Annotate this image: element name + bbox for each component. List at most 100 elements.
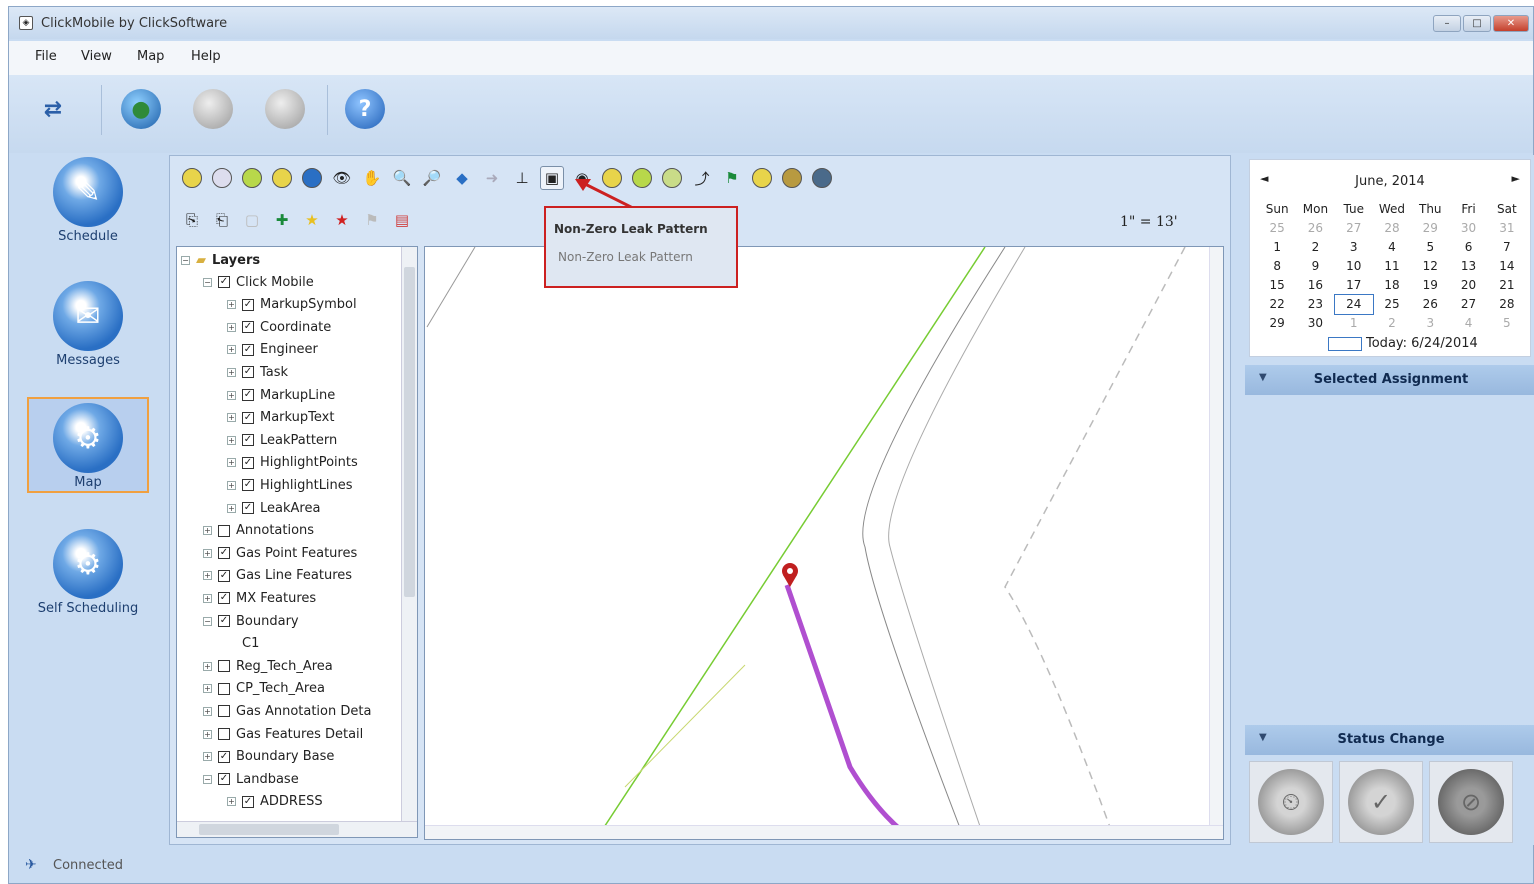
- expand-icon[interactable]: +: [203, 684, 212, 694]
- status-change-header[interactable]: ▼ Status Change: [1245, 725, 1534, 755]
- layer-item[interactable]: + ✓ MarkupSymbol: [227, 294, 357, 316]
- calendar-day[interactable]: 13: [1449, 257, 1487, 276]
- status-button-3[interactable]: ⊘: [1429, 761, 1513, 843]
- expand-icon[interactable]: +: [227, 503, 236, 513]
- layer-remove-icon[interactable]: ⎗: [210, 208, 234, 232]
- layer-checkbox[interactable]: ✓: [218, 592, 230, 605]
- expand-icon[interactable]: +: [227, 480, 236, 490]
- layer-item[interactable]: + Gas Annotation Deta: [203, 700, 371, 722]
- zoom-extent-icon[interactable]: [240, 166, 264, 190]
- layer-item[interactable]: − ✓ Click Mobile: [203, 271, 314, 293]
- calendar-day[interactable]: 25: [1258, 219, 1296, 238]
- status-button-1[interactable]: ⏲: [1249, 761, 1333, 843]
- forward-arrow-icon[interactable]: ➜: [480, 166, 504, 190]
- calendar-day[interactable]: 27: [1449, 295, 1487, 314]
- expand-icon[interactable]: +: [203, 571, 212, 581]
- pan-hand-icon[interactable]: ✋: [360, 166, 384, 190]
- expand-icon[interactable]: +: [203, 548, 212, 558]
- calendar-day[interactable]: 21: [1488, 276, 1526, 295]
- calendar-day[interactable]: 1: [1335, 314, 1373, 333]
- layer-item[interactable]: + ✓ MarkupText: [227, 407, 334, 429]
- nav-self-scheduling[interactable]: ⚙ Self Scheduling: [27, 525, 149, 621]
- calendar-day[interactable]: 2: [1296, 238, 1334, 257]
- menu-map[interactable]: Map: [137, 49, 164, 64]
- calendar-day[interactable]: 20: [1449, 276, 1487, 295]
- collapse-icon[interactable]: −: [203, 277, 212, 287]
- layer-checkbox[interactable]: ✓: [218, 750, 230, 763]
- zoom-out-circle-icon[interactable]: [270, 166, 294, 190]
- calendar-day[interactable]: 7: [1488, 238, 1526, 257]
- layer-item[interactable]: + ✓ ADDRESS: [227, 791, 323, 813]
- calendar-day[interactable]: 9: [1296, 257, 1334, 276]
- expand-icon[interactable]: +: [203, 729, 212, 739]
- layer-item[interactable]: + Gas Features Detail: [203, 723, 363, 745]
- layer-item[interactable]: + ✓ MarkupLine: [227, 384, 335, 406]
- layer-item[interactable]: + ✓ Boundary Base: [203, 746, 334, 768]
- expand-icon[interactable]: +: [227, 345, 236, 355]
- zoom-window-icon[interactable]: [210, 166, 234, 190]
- calendar-next-icon[interactable]: ►: [1512, 172, 1520, 185]
- binoculars-icon[interactable]: 👁: [330, 166, 354, 190]
- layer-checkbox[interactable]: ✓: [218, 547, 230, 560]
- layer-item[interactable]: + ✓ HighlightPoints: [227, 452, 358, 474]
- minimize-button[interactable]: –: [1433, 15, 1461, 32]
- layer-item[interactable]: − ✓ Boundary: [203, 610, 299, 632]
- add-marker-icon[interactable]: ✚: [270, 208, 294, 232]
- flag-disabled-icon[interactable]: ⚑: [360, 208, 384, 232]
- calendar-day[interactable]: 31: [1488, 219, 1526, 238]
- collapse-icon[interactable]: −: [181, 255, 190, 265]
- zoom-out-icon[interactable]: 🔎: [420, 166, 444, 190]
- layer-blank-icon[interactable]: ▢: [240, 208, 264, 232]
- globe-disabled-icon[interactable]: [193, 89, 233, 129]
- calendar-day[interactable]: 26: [1296, 219, 1334, 238]
- calendar-day[interactable]: 8: [1258, 257, 1296, 276]
- layer-checkbox[interactable]: ✓: [242, 343, 254, 356]
- calendar-day[interactable]: 1: [1258, 238, 1296, 257]
- calendar-day[interactable]: 23: [1296, 295, 1334, 314]
- info-icon[interactable]: [300, 166, 324, 190]
- help-icon[interactable]: ?: [345, 89, 385, 129]
- layer-checkbox[interactable]: ✓: [242, 434, 254, 447]
- layer-checkbox[interactable]: ✓: [242, 456, 254, 469]
- measure-icon[interactable]: ⊥: [510, 166, 534, 190]
- calendar-day[interactable]: 24: [1333, 294, 1374, 315]
- gauge-icon-3[interactable]: [660, 166, 684, 190]
- calendar-day[interactable]: 5: [1411, 238, 1449, 257]
- layer-checkbox[interactable]: ✓: [218, 615, 230, 627]
- globe-icon[interactable]: ●: [121, 89, 161, 129]
- expand-icon[interactable]: +: [203, 661, 212, 671]
- non-zero-leak-pattern-button[interactable]: ▣: [540, 166, 564, 190]
- expand-icon[interactable]: +: [203, 752, 212, 762]
- close-button[interactable]: ✕: [1493, 15, 1529, 32]
- expand-icon[interactable]: +: [227, 367, 236, 377]
- calendar-day[interactable]: 12: [1411, 257, 1449, 276]
- scroll-thumb[interactable]: [404, 267, 415, 597]
- layer-checkbox[interactable]: ✓: [242, 795, 254, 808]
- star-yellow-icon[interactable]: ★: [300, 208, 324, 232]
- calendar-day[interactable]: 26: [1411, 295, 1449, 314]
- layer-item[interactable]: +C1: [227, 633, 259, 655]
- star-red-icon[interactable]: ★: [330, 208, 354, 232]
- layer-item[interactable]: + ✓ Gas Line Features: [203, 565, 352, 587]
- selected-assignment-header[interactable]: ▼ Selected Assignment: [1245, 365, 1534, 395]
- layer-checkbox[interactable]: ✓: [242, 298, 254, 311]
- expand-icon[interactable]: +: [227, 413, 236, 423]
- layer-checkbox[interactable]: [218, 728, 230, 740]
- calendar-day[interactable]: 28: [1373, 219, 1411, 238]
- expand-icon[interactable]: +: [227, 390, 236, 400]
- calendar-day[interactable]: 6: [1449, 238, 1487, 257]
- calendar-day[interactable]: 10: [1335, 257, 1373, 276]
- expand-icon[interactable]: +: [227, 435, 236, 445]
- expand-icon[interactable]: +: [203, 526, 212, 536]
- layer-checkbox[interactable]: ✓: [242, 411, 254, 424]
- layer-checkbox[interactable]: [218, 660, 230, 673]
- layer-checkbox[interactable]: [218, 524, 230, 537]
- calendar-day[interactable]: 17: [1335, 276, 1373, 295]
- menu-file[interactable]: File: [35, 49, 57, 64]
- calendar-day[interactable]: 5: [1488, 314, 1526, 333]
- layer-checkbox[interactable]: ✓: [242, 366, 254, 379]
- route-icon[interactable]: ⤴: [690, 166, 714, 190]
- zoom-in-icon[interactable]: 🔍: [390, 166, 414, 190]
- map-horizontal-scrollbar[interactable]: [425, 825, 1223, 839]
- layers-root[interactable]: − ▰ Layers: [181, 249, 260, 271]
